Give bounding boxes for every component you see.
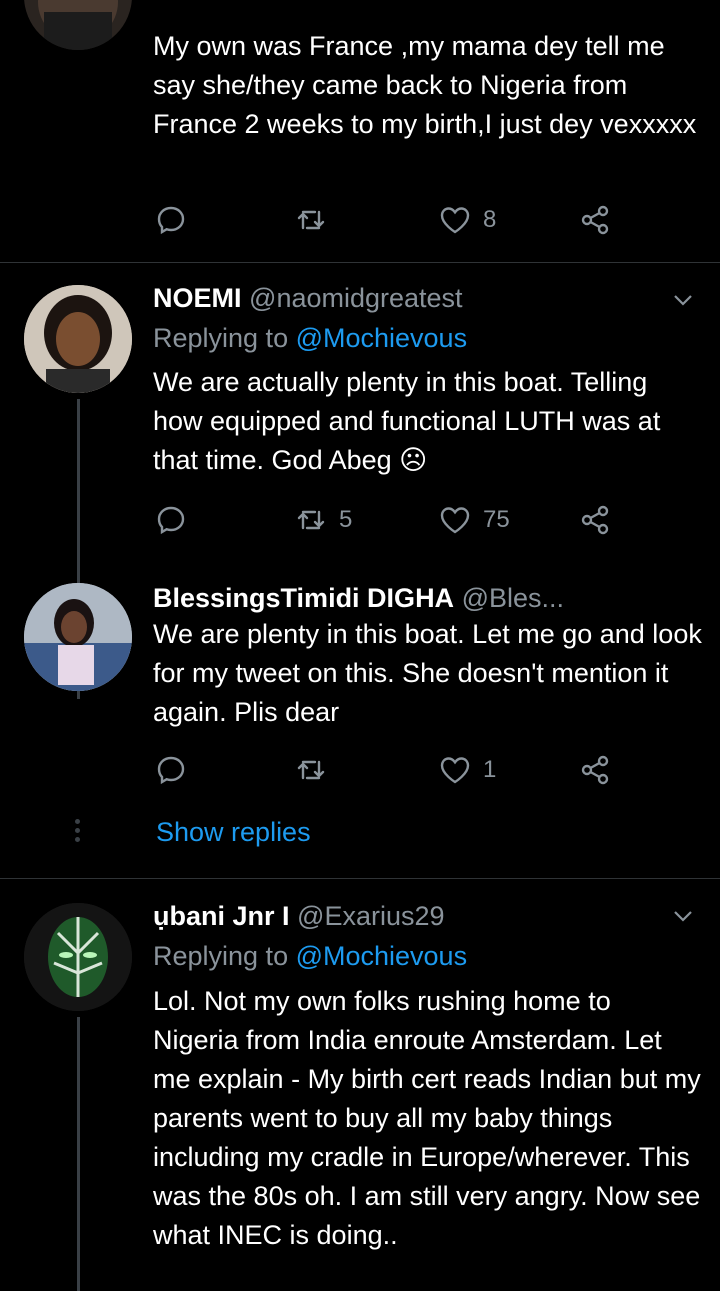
tweet-3[interactable]: BlessingsTimidi DIGHA @Bles... We are pl… xyxy=(0,563,720,878)
like-button[interactable]: 75 xyxy=(439,500,510,540)
mention-link[interactable]: @Mochievous xyxy=(296,941,467,971)
user-handle[interactable]: @Exarius29 xyxy=(297,901,444,931)
mention-link[interactable]: @Mochievous xyxy=(296,323,467,353)
reply-button[interactable] xyxy=(155,500,199,540)
reply-icon xyxy=(157,506,185,535)
display-name[interactable]: BlessingsTimidi DIGHA xyxy=(153,583,454,613)
retweet-icon xyxy=(297,510,325,530)
reply-button[interactable] xyxy=(155,750,199,790)
more-replies-indicator xyxy=(75,815,81,846)
retweet-icon xyxy=(297,210,325,230)
tweet-text: We are plenty in this boat. Let me go an… xyxy=(153,619,702,727)
tweet-1[interactable]: My own was France ,my mama dey tell me s… xyxy=(0,0,720,262)
thread-line xyxy=(77,1017,80,1291)
like-button[interactable]: 8 xyxy=(439,200,496,240)
show-replies-link[interactable]: Show replies xyxy=(156,817,311,848)
tweet-header: ụbani Jnr I @Exarius29 xyxy=(153,901,445,932)
share-button[interactable] xyxy=(579,500,611,540)
tweet-text: Lol. Not my own folks rushing home to Ni… xyxy=(153,986,701,1250)
chevron-down-icon[interactable] xyxy=(672,905,694,927)
avatar[interactable] xyxy=(24,0,132,50)
reply-icon xyxy=(157,756,185,785)
heart-icon xyxy=(440,207,470,234)
tweet-actions: 8 xyxy=(155,200,625,240)
tweet-header: NOEMI @naomidgreatest xyxy=(153,283,463,314)
display-name[interactable]: ụbani Jnr I xyxy=(153,901,290,931)
avatar[interactable] xyxy=(24,583,132,691)
tweet-4[interactable]: ụbani Jnr I @Exarius29 Replying to @Moch… xyxy=(0,879,720,1291)
share-icon xyxy=(581,755,609,785)
tweet-actions: 5 75 xyxy=(155,500,625,540)
retweet-button[interactable]: 5 xyxy=(295,500,352,540)
share-icon xyxy=(581,505,609,535)
like-button[interactable]: 1 xyxy=(439,750,496,790)
chevron-down-icon[interactable] xyxy=(672,289,694,311)
tweet-text: My own was France ,my mama dey tell me s… xyxy=(153,31,697,139)
share-button[interactable] xyxy=(579,200,611,240)
share-button[interactable] xyxy=(579,750,611,790)
user-handle[interactable]: @Bles... xyxy=(462,583,564,613)
tweet-header: BlessingsTimidi DIGHA @Bles... xyxy=(153,583,564,614)
tweet-actions: 1 xyxy=(155,750,625,790)
retweet-button[interactable] xyxy=(295,200,339,240)
share-icon xyxy=(581,205,609,235)
replying-to: Replying to @Mochievous xyxy=(153,323,468,353)
replying-to: Replying to @Mochievous xyxy=(153,941,468,971)
retweet-button[interactable] xyxy=(295,750,339,790)
tweet-text: We are actually plenty in this boat. Tel… xyxy=(153,367,661,475)
user-handle[interactable]: @naomidgreatest xyxy=(249,283,463,313)
reply-icon xyxy=(157,206,185,235)
tweet-2[interactable]: NOEMI @naomidgreatest Replying to @Mochi… xyxy=(0,263,720,699)
avatar[interactable] xyxy=(24,285,132,393)
retweet-icon xyxy=(297,760,325,780)
reply-button[interactable] xyxy=(155,200,199,240)
heart-icon xyxy=(440,507,470,534)
avatar[interactable] xyxy=(24,903,132,1011)
display-name[interactable]: NOEMI xyxy=(153,283,242,313)
heart-icon xyxy=(440,757,470,784)
